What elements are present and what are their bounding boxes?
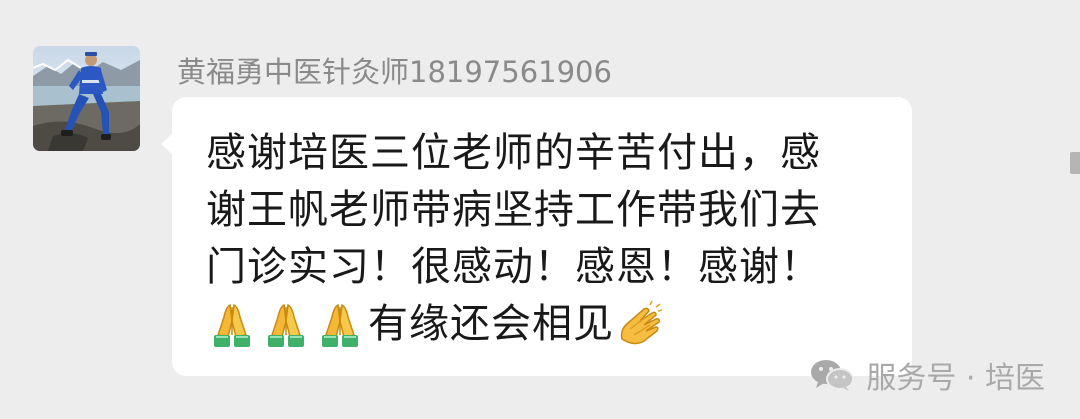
folded-hands-icon [214,303,250,347]
clapping-hands-icon [620,300,663,344]
message-last-text: 有缘还会相见 [368,301,614,347]
folded-hands-icon [268,303,304,347]
message-line-last: 有缘还会相见 [206,296,896,353]
message-bubble[interactable]: 感谢培医三位老师的辛苦付出，感 谢王帆老师带病坚持工作带我们去 门诊实习！很感动… [161,97,912,376]
folded-hands-icon [322,303,358,347]
scrollbar-thumb[interactable] [1070,152,1080,174]
avatar[interactable] [33,46,140,151]
message-text: 感谢培医三位老师的辛苦付出，感 谢王帆老师带病坚持工作带我们去 门诊实习！很感动… [206,125,896,353]
watermark-text: 服务号 · 培医 [866,361,1045,396]
avatar-photo [33,46,140,151]
wechat-icon [811,360,855,391]
message-line: 谢王帆老师带病坚持工作带我们去 [206,187,821,233]
message-line: 感谢培医三位老师的辛苦付出，感 [206,130,821,176]
message-line: 门诊实习！很感动！感恩！感谢！ [206,244,821,290]
watermark: 服务号 · 培医 [810,352,1045,398]
bubble-arrow [161,133,173,155]
sender-name: 黄福勇中医针灸师18197561906 [177,55,612,89]
